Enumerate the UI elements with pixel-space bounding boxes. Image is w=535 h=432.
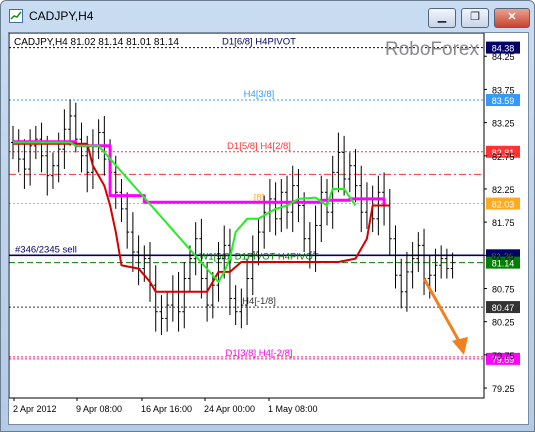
y-tick-label: 82.25 [492,185,515,195]
price-bar [450,252,455,279]
price-bar [239,288,244,329]
price-chart[interactable]: D1[6/8] H4PIVOTH4[3/8]D1[5/8] H4[2/8][8]… [8,32,528,424]
price-tag-label: 80.47 [492,303,515,313]
window-title: CADJPY,H4 [29,9,94,23]
price-bar [404,252,409,312]
price-bar [68,99,73,146]
level-label: #346/2345 sell [15,244,77,255]
price-bar [28,129,33,186]
title-bar[interactable]: CADJPY,H4 ▁ ❐ ✕ [1,1,534,31]
price-bar [267,179,272,233]
price-bar [62,109,67,170]
price-bar [159,295,164,335]
price-bar [39,122,44,173]
price-bar [233,285,238,325]
price-bar [319,175,324,243]
price-bar [347,152,352,193]
x-tick-label: 9 Apr 08:00 [76,404,122,414]
price-bar [136,235,141,286]
price-bar [245,258,250,325]
price-bar [170,275,175,322]
price-bar [165,291,170,332]
symbol-ohlc-label: CADJPY,H4 81.02 81.14 81.01 81.14 [14,37,179,48]
price-bar [193,222,198,276]
price-bar [439,245,444,279]
price-bar [119,179,124,223]
price-bar [125,192,130,249]
price-bar [399,258,404,309]
y-tick-label: 81.75 [492,218,515,228]
price-bar [176,271,181,332]
price-bar [410,242,415,289]
x-tick-label: 1 May 08:00 [268,404,318,414]
price-bar [50,152,55,189]
price-bar [290,165,295,233]
forecast-arrow [422,277,462,344]
price-bar [250,235,255,296]
price-bar [16,129,21,173]
price-bar [342,135,347,196]
y-tick-label: 81.25 [492,251,515,261]
y-tick-label: 80.75 [492,285,515,295]
price-bar [45,135,50,196]
restore-button[interactable]: ❐ [461,8,489,28]
price-bar [422,228,427,296]
price-bar [364,182,369,229]
forecast-arrowhead [452,336,468,355]
y-tick-label: 83.75 [492,85,515,95]
price-bar [22,139,27,189]
y-tick-label: 79.25 [492,384,515,394]
x-tick-label: 24 Apr 00:00 [204,404,255,414]
brand-watermark: RoboForex [385,39,479,60]
level-label: D1[5/8] H4[2/8] [227,141,291,152]
close-button[interactable]: ✕ [494,8,530,28]
price-bar [153,265,158,332]
price-bar [96,119,101,160]
price-bar [336,132,341,193]
price-bar [79,122,84,173]
level-label: H4[3/8] [244,89,275,100]
price-bar [148,242,153,302]
y-tick-label: 82.75 [492,152,515,162]
y-tick-label: 79.75 [492,351,515,361]
price-bar [353,149,358,203]
price-bar [296,169,301,223]
price-tag-label: 82.03 [492,200,515,210]
chart-window: CADJPY,H4 ▁ ❐ ✕ D1[6/8] H4PIVOT H4[3/8] D1… [0,0,535,432]
chart-area[interactable]: D1[6/8] H4PIVOT H4[3/8] D1[5/8] H4[2/8] [8]… [8,32,529,425]
price-bar [393,225,398,289]
level-label: W1[5/8] D1PIVOT H4PIVOT [199,252,318,263]
price-bar [416,232,421,272]
price-tag-label: 83.59 [492,96,515,106]
minimize-button[interactable]: ▁ [428,8,456,28]
y-tick-label: 83.25 [492,119,515,129]
chart-app-icon [9,9,23,23]
y-tick-label: 84.25 [492,52,515,62]
x-tick-label: 16 Apr 16:00 [141,404,192,414]
level-label: D1[3/8] H4[-2/8] [225,348,292,359]
level-label: D1[6/8] H4PIVOT [222,37,296,48]
price-bar [279,179,284,233]
price-bar [444,248,449,279]
x-tick-label: 2 Apr 2012 [13,404,57,414]
price-bar [387,188,392,256]
price-bar [182,261,187,329]
plot-frame [8,32,485,399]
y-tick-label: 80.25 [492,318,515,328]
